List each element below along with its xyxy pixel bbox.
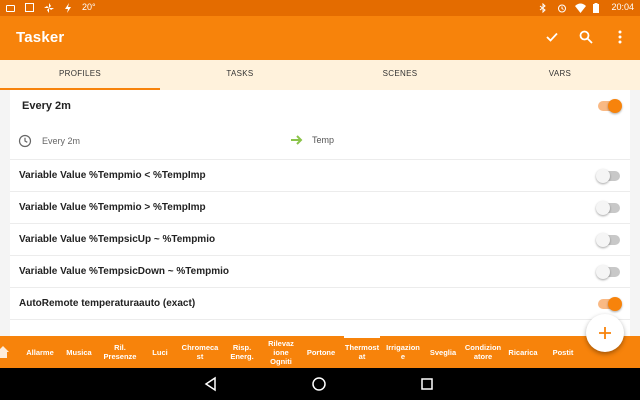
add-button[interactable] — [586, 314, 624, 352]
profiles-list: Every 2m Every 2m Temp Variable Value %T… — [0, 90, 640, 336]
bolt-icon — [64, 2, 72, 13]
home-nav-icon[interactable] — [311, 376, 329, 392]
project-tab[interactable]: Rilevaz ione Ogniti — [262, 336, 300, 368]
context-toggle[interactable] — [598, 297, 622, 311]
arrow-right-icon — [290, 134, 304, 146]
fan-icon — [44, 2, 54, 13]
project-tab[interactable]: Musica — [60, 336, 98, 368]
profile-name: Every 2m — [22, 100, 71, 112]
project-tab[interactable]: Postit — [542, 336, 584, 368]
context-label: Variable Value %Tempmio < %TempImp — [19, 170, 206, 181]
profile-trigger-row[interactable]: Every 2m Temp — [10, 124, 630, 160]
context-toggle[interactable] — [596, 169, 620, 183]
context-row[interactable]: Variable Value %TempsicDown ~ %Tempmio — [10, 256, 630, 288]
project-tab[interactable]: Portone — [300, 336, 342, 368]
profile-card[interactable]: Every 2m Every 2m Temp Variable Value %T… — [10, 90, 630, 336]
trigger-label: Every 2m — [42, 136, 81, 146]
context-row[interactable]: AutoRemote temperaturaauto (exact) — [10, 288, 630, 320]
context-label: Variable Value %Tempmio > %TempImp — [19, 202, 206, 213]
plus-icon — [599, 327, 611, 339]
video-icon — [6, 4, 15, 12]
status-bar: 20° 20:04 — [0, 0, 640, 16]
tab-tasks[interactable]: TASKS — [160, 60, 320, 90]
tab-profiles[interactable]: PROFILES — [0, 60, 160, 90]
tab-vars[interactable]: VARS — [480, 60, 640, 90]
profile-header[interactable]: Every 2m — [10, 90, 630, 124]
clock-icon — [18, 134, 32, 148]
tab-scenes[interactable]: SCENES — [320, 60, 480, 90]
tab-bar: PROFILES TASKS SCENES VARS — [0, 60, 640, 90]
clock-time: 20:04 — [611, 2, 634, 12]
project-bar: Allarme Musica Ril. Presenze Luci Chrome… — [0, 336, 640, 368]
context-row[interactable]: Variable Value %Tempmio > %TempImp — [10, 192, 630, 224]
app-title: Tasker — [16, 29, 65, 46]
profile-toggle[interactable] — [598, 99, 622, 113]
image-icon — [25, 3, 34, 12]
context-label: AutoRemote temperaturaauto (exact) — [19, 298, 196, 309]
project-tab[interactable]: Irrigazion e — [382, 336, 424, 368]
context-row[interactable]: Variable Value %Tempmio < %TempImp — [10, 160, 630, 192]
alarm-icon — [557, 3, 567, 13]
context-toggle[interactable] — [596, 201, 620, 215]
project-tab[interactable]: Chromeca st — [178, 336, 222, 368]
context-label: Variable Value %TempsicDown ~ %Tempmio — [19, 266, 229, 277]
project-tab[interactable]: Ril. Presenze — [98, 336, 142, 368]
context-toggle[interactable] — [596, 233, 620, 247]
task-label: Temp — [312, 135, 335, 145]
project-tab[interactable]: Condizion atore — [462, 336, 504, 368]
home-icon[interactable] — [0, 345, 10, 359]
recents-icon[interactable] — [420, 376, 438, 392]
context-label: Variable Value %TempsicUp ~ %Tempmio — [19, 234, 216, 245]
system-nav-bar — [0, 368, 640, 400]
project-tab[interactable]: Ricarica — [504, 336, 542, 368]
back-icon[interactable] — [203, 376, 221, 392]
project-tab[interactable]: Luci — [142, 336, 178, 368]
temperature-text: 20° — [82, 2, 96, 12]
bluetooth-icon — [539, 2, 549, 13]
project-tab[interactable]: Allarme — [20, 336, 60, 368]
search-icon[interactable] — [578, 26, 594, 48]
context-toggle[interactable] — [596, 265, 620, 279]
more-vert-icon[interactable] — [612, 26, 628, 48]
app-bar: Tasker — [0, 16, 640, 60]
project-tab[interactable]: Risp. Energ. — [222, 336, 262, 368]
project-tab[interactable]: Sveglia — [424, 336, 462, 368]
project-tab-active[interactable]: Thermost at — [342, 336, 382, 368]
linked-task[interactable]: Temp — [290, 134, 334, 146]
check-icon[interactable] — [544, 26, 560, 48]
battery-icon — [593, 2, 603, 13]
context-row[interactable]: Variable Value %TempsicUp ~ %Tempmio — [10, 224, 630, 256]
wifi-icon — [575, 3, 587, 13]
